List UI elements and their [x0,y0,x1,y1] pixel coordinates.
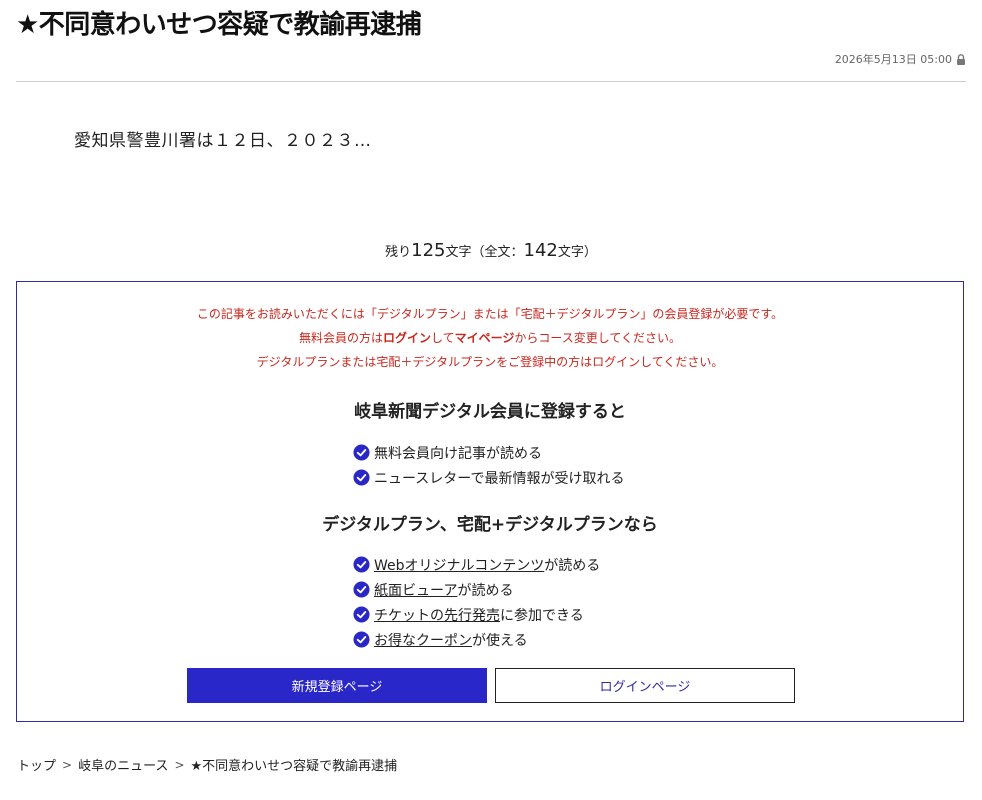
login-button[interactable]: ログインページ [495,668,795,703]
coupon-link[interactable]: お得なクーポン [374,633,472,649]
notice-text-c: からコース変更してください。 [514,331,682,345]
title-divider [16,81,966,82]
benefit-text: ニュースレターで最新情報が受け取れる [374,470,625,487]
paywall-box: この記事をお読みいただくには「デジタルプラン」または「宅配＋デジタルプラン」の会… [16,281,964,722]
notice-line-1: この記事をお読みいただくには「デジタルプラン」または「宅配＋デジタルプラン」の会… [196,307,784,321]
remaining-characters: 残り125文字（全文：142文字） [0,240,982,261]
web-original-link[interactable]: Webオリジナルコンテンツ [374,558,544,574]
breadcrumb-separator: > [62,757,73,772]
article-lead: 愛知県警豊川署は１２日、２０２３… [74,131,372,151]
notice-login-link[interactable]: ログイン [383,331,431,345]
article-dateline: 2026年5月13日 05:00 [835,51,966,67]
notice-line-3: デジタルプランまたは宅配＋デジタルプランをご登録中の方はログインしてください。 [256,355,724,369]
check-circle-icon [353,606,370,623]
paid-benefits-list: Webオリジナルコンテンツが読める 紙面ビューアが読める チケットの先行発売に参… [353,552,600,652]
benefit-item: 紙面ビューアが読める [353,577,600,602]
benefit-text: 無料会員向け記事が読める [374,445,542,462]
check-circle-icon [353,581,370,598]
free-benefits-list: 無料会員向け記事が読める ニュースレターで最新情報が受け取れる [353,440,624,490]
benefit-text: が使える [472,632,528,649]
breadcrumb: トップ > 岐阜のニュース > ★不同意わいせつ容疑で教諭再逮捕 [17,755,398,775]
check-circle-icon [353,444,370,461]
article-title: ★不同意わいせつ容疑で教諭再逮捕 [16,10,422,40]
remaining-prefix: 残り [385,245,412,260]
paid-plan-title: デジタルプラン、宅配+デジタルプランなら [322,515,658,535]
benefit-text: に参加できる [500,607,584,624]
free-plan-title: 岐阜新聞デジタル会員に登録すると [354,402,626,422]
benefit-text: が読める [544,557,601,574]
benefit-item: お得なクーポンが使える [353,627,600,652]
notice-text-a: 無料会員の方は [298,331,383,345]
publish-date: 2026年5月13日 05:00 [834,53,952,66]
benefit-text: が読める [457,582,514,599]
viewer-link[interactable]: 紙面ビューア [374,583,457,599]
remaining-suffix: 文字） [557,245,597,260]
ticket-presale-link[interactable]: チケットの先行発売 [374,608,500,624]
check-circle-icon [353,631,370,648]
notice-mypage-link[interactable]: マイページ [455,331,515,345]
check-circle-icon [353,469,370,486]
notice-line-2: 無料会員の方はログインしてマイページからコース変更してください。 [17,329,963,346]
benefit-item: 無料会員向け記事が読める [353,440,624,465]
lock-icon [957,53,965,65]
breadcrumb-section-link[interactable]: 岐阜のニュース [78,755,168,774]
breadcrumb-current: ★不同意わいせつ容疑で教諭再逮捕 [190,759,398,774]
benefit-item: ニュースレターで最新情報が受け取れる [353,465,624,490]
breadcrumb-separator: > [174,757,185,772]
benefit-item: Webオリジナルコンテンツが読める [353,552,600,577]
remaining-mid: 文字（全文： [445,245,524,260]
notice-text-b: して [430,331,455,345]
remaining-count: 125 [411,240,446,261]
total-count: 142 [523,240,558,261]
check-circle-icon [353,556,370,573]
breadcrumb-top-link[interactable]: トップ [17,755,56,774]
benefit-item: チケットの先行発売に参加できる [353,602,600,627]
register-button[interactable]: 新規登録ページ [187,668,487,703]
